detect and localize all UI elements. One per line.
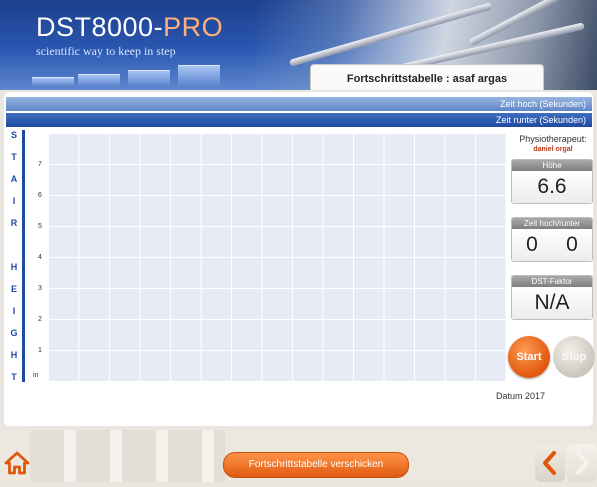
app-logo: DST8000-PRO (36, 12, 224, 42)
physiotherapist-name: daniel orgal (533, 146, 573, 153)
y-tick: 6 (38, 192, 42, 199)
time-up-down-label: Zeit hoch/runter (512, 218, 592, 229)
time-up-value: 0 (526, 233, 538, 256)
footer-decoration (30, 430, 225, 482)
chevron-right-icon (576, 451, 589, 475)
time-down-label: Zeit runter (Sekunden) (495, 115, 586, 125)
dst-factor-label: DST-Faktor (512, 276, 592, 287)
time-down-value: 0 (566, 233, 578, 256)
y-tick: 4 (38, 254, 42, 261)
y-tick: 1 (38, 347, 42, 354)
dst-factor-value: N/A (512, 287, 592, 319)
dst-factor-box: DST-Faktor N/A (511, 275, 593, 320)
height-value: 6.6 (512, 171, 592, 203)
send-progress-table-button[interactable]: Fortschrittstabelle verschicken (223, 452, 409, 478)
home-icon[interactable] (3, 450, 31, 476)
y-tick: 5 (38, 223, 42, 230)
time-box: Zeit hoch/runter 0 0 (511, 217, 593, 262)
y-tick: 3 (38, 285, 42, 292)
time-down-bar: Zeit runter (Sekunden) (6, 113, 592, 127)
y-tick: 7 (38, 161, 42, 168)
chevron-left-icon (543, 451, 556, 475)
y-tick: 2 (38, 316, 42, 323)
physiotherapist-label: Physiotherapeut: (519, 134, 587, 144)
height-box: Höhe 6.6 (511, 159, 593, 204)
stop-button[interactable]: Stop (553, 336, 595, 378)
y-tick: in (33, 372, 39, 379)
previous-button[interactable] (535, 444, 565, 482)
app-tagline: scientific way to keep in step (36, 44, 176, 58)
next-button[interactable] (567, 444, 597, 482)
app-header: DST8000-PRO scientific way to keep in st… (0, 0, 597, 90)
time-up-label: Zeit hoch (Sekunden) (499, 99, 586, 109)
date-label: Datum 2017 (496, 391, 546, 401)
stair-height-vertical-label: S T A I R H E I G H T (10, 130, 18, 382)
time-values: 0 0 (512, 229, 592, 261)
start-button[interactable]: Start (508, 336, 550, 378)
progress-chart-grid (48, 133, 506, 381)
y-axis-line (22, 130, 25, 382)
page-title: Fortschrittstabelle : asaf argas (310, 64, 544, 90)
height-label: Höhe (512, 160, 592, 171)
time-up-bar: Zeit hoch (Sekunden) (6, 97, 592, 111)
